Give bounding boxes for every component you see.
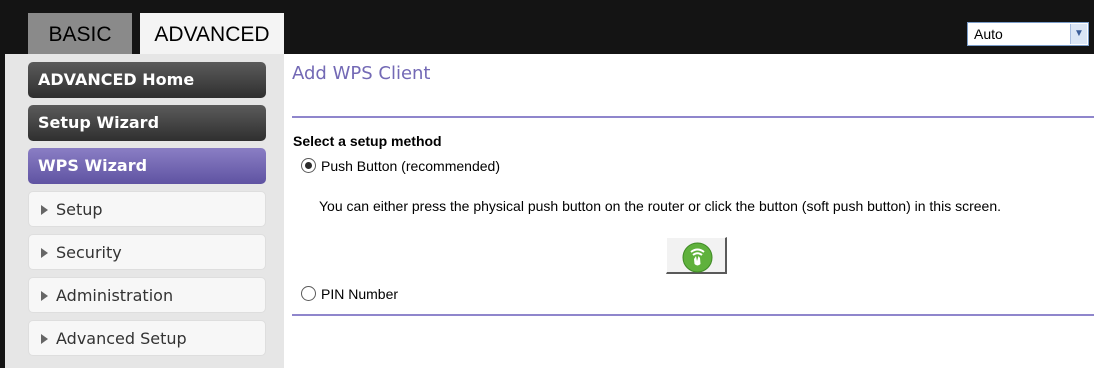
triangle-right-icon xyxy=(41,334,48,344)
triangle-right-icon xyxy=(41,291,48,301)
sidebar-item-setup-wizard[interactable]: Setup Wizard xyxy=(28,105,266,141)
sidebar-item-wps-wizard[interactable]: WPS Wizard xyxy=(28,148,266,184)
top-bar: BASIC ADVANCED Auto ▼ xyxy=(0,0,1094,54)
sidebar-item-label: Setup xyxy=(56,200,103,219)
sidebar-item-setup[interactable]: Setup xyxy=(28,191,266,227)
triangle-right-icon xyxy=(41,205,48,215)
sidebar-item-security[interactable]: Security xyxy=(28,234,266,270)
sidebar-item-administration[interactable]: Administration xyxy=(28,277,266,313)
sidebar-item-advanced-home[interactable]: ADVANCED Home xyxy=(28,62,266,98)
push-button-description: You can either press the physical push b… xyxy=(319,198,1001,214)
pin-number-label[interactable]: PIN Number xyxy=(321,286,398,302)
divider-top xyxy=(292,116,1094,118)
sidebar-item-label: Advanced Setup xyxy=(56,329,187,348)
section-label: Select a setup method xyxy=(293,133,442,149)
wps-push-button[interactable] xyxy=(666,237,727,274)
pin-number-radio[interactable] xyxy=(301,286,316,301)
triangle-right-icon xyxy=(41,248,48,258)
sidebar-item-advanced-setup[interactable]: Advanced Setup xyxy=(28,320,266,356)
sidebar-item-label: ADVANCED Home xyxy=(38,70,195,89)
sidebar-item-label: Security xyxy=(56,243,122,262)
sidebar-edge xyxy=(0,0,5,368)
push-button-label[interactable]: Push Button (recommended) xyxy=(321,158,500,174)
divider-bottom xyxy=(292,314,1094,316)
push-button-radio[interactable] xyxy=(301,158,316,173)
sidebar-item-label: Setup Wizard xyxy=(38,113,160,132)
sidebar-item-label: Administration xyxy=(56,286,174,305)
wps-icon xyxy=(682,242,713,273)
language-select-value: Auto xyxy=(974,26,1003,42)
radio-selected-dot xyxy=(305,162,312,169)
page-title: Add WPS Client xyxy=(292,63,431,84)
tab-basic[interactable]: BASIC xyxy=(28,13,132,54)
language-select[interactable]: Auto ▼ xyxy=(967,22,1089,46)
chevron-down-icon[interactable]: ▼ xyxy=(1070,24,1087,44)
sidebar-item-label: WPS Wizard xyxy=(38,156,148,175)
tab-advanced[interactable]: ADVANCED xyxy=(140,13,284,54)
